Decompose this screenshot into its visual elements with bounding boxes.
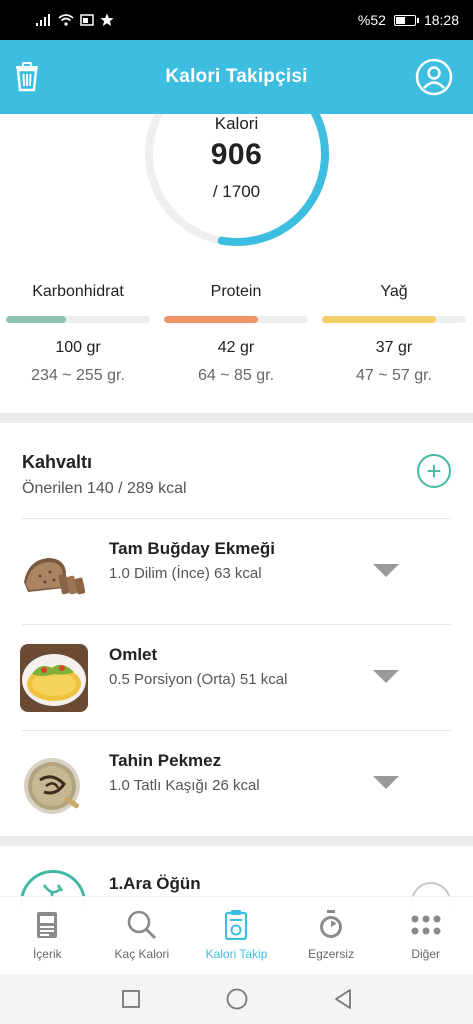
- document-icon: [37, 912, 58, 938]
- stopwatch-icon: [320, 910, 343, 938]
- back-icon[interactable]: [333, 988, 353, 1010]
- macro-summary: Karbonhidrat 100 gr 234 ~ 255 gr. Protei…: [0, 283, 473, 413]
- food-name: Omlet: [109, 645, 158, 664]
- signal-icon: [36, 14, 50, 26]
- tahini-image: [20, 750, 88, 818]
- system-nav-bar: [0, 974, 473, 1024]
- meal-title: Kahvaltı: [22, 452, 93, 472]
- macro-bar: [6, 316, 150, 323]
- star-icon: [100, 13, 114, 26]
- food-name: Tam Buğday Ekmeği: [109, 539, 275, 558]
- meal-header: Kahvaltı Önerilen 140 / 289 kcal +: [0, 440, 473, 518]
- macro-amount: 42 gr: [217, 339, 255, 356]
- user-icon: [415, 58, 453, 96]
- food-row[interactable]: Tam Buğday Ekmeği 1.0 Dilim (İnce) 63 kc…: [0, 518, 473, 624]
- bottom-nav: İçerik Kaç Kalori Kalori Takip Egzersiz …: [0, 896, 473, 974]
- cast-icon: [80, 14, 94, 26]
- nav-label: Egzersiz: [308, 947, 355, 961]
- scale-icon: [225, 910, 248, 940]
- macro-amount: 100 gr: [55, 339, 101, 356]
- status-bar: %52 18:28: [0, 0, 473, 40]
- macro-bar-fill: [6, 316, 67, 323]
- macro-carbs: Karbonhidrat 100 gr 234 ~ 255 gr.: [6, 283, 150, 385]
- macro-protein: Protein 42 gr 64 ~ 85 gr.: [164, 283, 308, 385]
- macro-bar: [322, 316, 466, 323]
- calorie-value: 906: [210, 138, 263, 171]
- trash-button[interactable]: [8, 58, 46, 96]
- macro-range: 234 ~ 255 gr.: [31, 367, 125, 384]
- battery-icon: [393, 14, 419, 26]
- next-meal-title: 1.Ara Öğün: [109, 874, 201, 893]
- section-divider: [0, 836, 473, 846]
- battery-percent: %52: [357, 12, 386, 28]
- macro-fat: Yağ 37 gr 47 ~ 57 gr.: [322, 283, 466, 385]
- home-icon[interactable]: [225, 987, 249, 1011]
- food-detail: 0.5 Porsiyon (Orta) 51 kcal: [109, 671, 288, 688]
- calorie-target: / 1700: [212, 182, 261, 201]
- macro-bar-fill: [322, 316, 436, 323]
- recents-icon[interactable]: [121, 989, 141, 1009]
- nav-label: Kalori Takip: [205, 947, 268, 961]
- nav-item-egzersiz[interactable]: Egzersiz: [284, 897, 379, 974]
- macro-bar-fill: [164, 316, 258, 323]
- nav-item-diger[interactable]: Diğer: [378, 897, 473, 974]
- wifi-icon: [58, 14, 74, 26]
- nav-item-kac-kalori[interactable]: Kaç Kalori: [95, 897, 190, 974]
- macro-name: Karbonhidrat: [32, 283, 124, 300]
- nav-label: Kaç Kalori: [114, 947, 170, 961]
- nav-item-kalori-takip[interactable]: Kalori Takip: [189, 897, 284, 974]
- macro-amount: 37 gr: [375, 339, 413, 356]
- food-row[interactable]: Tahin Pekmez 1.0 Tatlı Kaşığı 26 kcal: [0, 730, 473, 836]
- add-food-button[interactable]: +: [417, 454, 451, 488]
- app-header: Kalori Takipçisi: [0, 40, 473, 114]
- section-divider: [0, 413, 473, 423]
- search-icon: [127, 910, 156, 940]
- nav-label: İçerik: [32, 947, 62, 961]
- expand-caret-icon[interactable]: [373, 670, 399, 683]
- food-row[interactable]: Omlet 0.5 Porsiyon (Orta) 51 kcal: [0, 624, 473, 730]
- macro-range: 47 ~ 57 gr.: [355, 367, 433, 384]
- nav-label: Diğer: [411, 947, 441, 961]
- food-name: Tahin Pekmez: [109, 751, 222, 770]
- nav-item-icerik[interactable]: İçerik: [0, 897, 95, 974]
- bread-image: [20, 538, 88, 606]
- profile-button[interactable]: [415, 58, 453, 96]
- trash-icon: [16, 62, 38, 92]
- macro-name: Yağ: [380, 283, 408, 300]
- food-detail: 1.0 Dilim (İnce) 63 kcal: [109, 565, 262, 582]
- calorie-summary: Kalori 906 / 1700: [0, 114, 473, 264]
- expand-caret-icon[interactable]: [373, 564, 399, 577]
- grid-dots-icon: [411, 915, 441, 935]
- page-title: Kalori Takipçisi: [165, 66, 308, 87]
- calorie-label: Kalori: [214, 114, 259, 133]
- meal-subtitle: Önerilen 140 / 289 kcal: [22, 480, 187, 497]
- macro-name: Protein: [210, 283, 262, 300]
- macro-range: 64 ~ 85 gr.: [197, 367, 275, 384]
- omelet-image: [20, 644, 88, 712]
- expand-caret-icon[interactable]: [373, 776, 399, 789]
- macro-bar: [164, 316, 308, 323]
- food-detail: 1.0 Tatlı Kaşığı 26 kcal: [109, 777, 260, 794]
- clock: 18:28: [423, 12, 459, 28]
